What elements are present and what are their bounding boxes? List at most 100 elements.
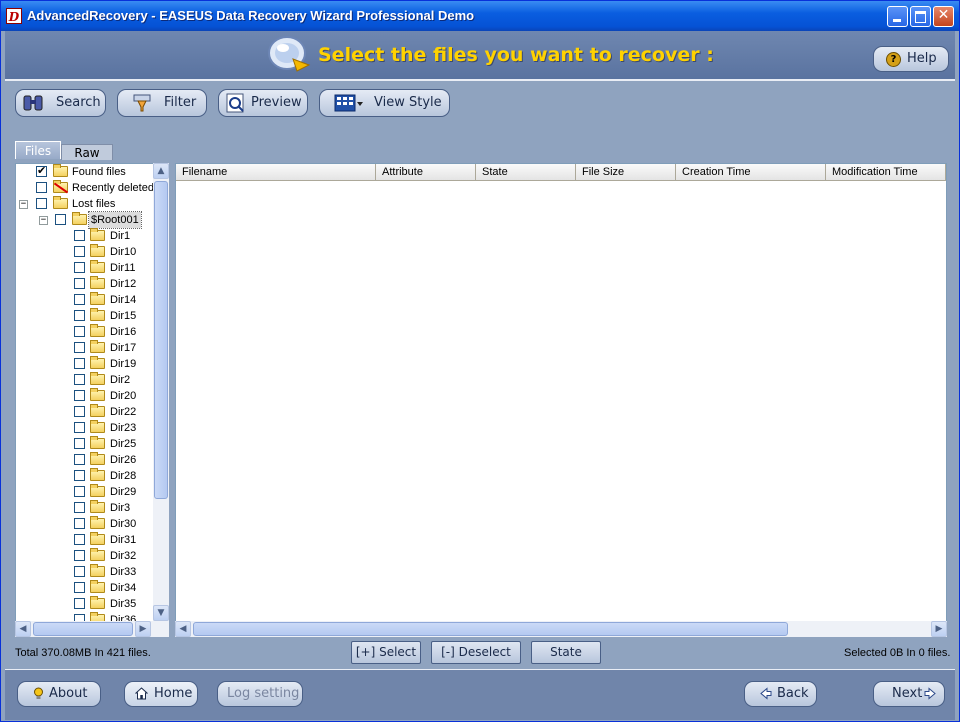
tree-checkbox[interactable] bbox=[74, 326, 85, 337]
file-list-hscroll-thumb[interactable] bbox=[193, 622, 788, 636]
about-button[interactable]: About bbox=[17, 681, 101, 707]
tree-checkbox[interactable] bbox=[74, 598, 85, 609]
tree-checkbox[interactable] bbox=[74, 294, 85, 305]
scroll-up-arrow-icon[interactable]: ▲ bbox=[153, 163, 169, 179]
app-icon[interactable]: D bbox=[6, 8, 22, 24]
tree-item[interactable]: Dir30 bbox=[16, 516, 166, 532]
select-button[interactable]: [+] Select bbox=[351, 641, 421, 664]
tree-item[interactable]: Dir29 bbox=[16, 484, 166, 500]
tree-item[interactable]: Dir35 bbox=[16, 596, 166, 612]
search-button[interactable]: Search bbox=[15, 89, 106, 117]
tree-item[interactable]: Dir16 bbox=[16, 324, 166, 340]
tree-checkbox[interactable] bbox=[74, 422, 85, 433]
column-state[interactable]: State bbox=[476, 164, 576, 181]
tree-item[interactable]: Dir11 bbox=[16, 260, 166, 276]
help-button[interactable]: ? Help bbox=[873, 46, 949, 72]
tree-checkbox[interactable] bbox=[55, 214, 66, 225]
tree-item[interactable]: Dir32 bbox=[16, 548, 166, 564]
file-list[interactable]: Filename Attribute State File Size Creat… bbox=[175, 163, 947, 637]
next-button[interactable]: Next bbox=[873, 681, 945, 707]
view-style-button[interactable]: View Style bbox=[319, 89, 450, 117]
tree-checkbox[interactable] bbox=[74, 438, 85, 449]
folder-tree[interactable]: Found files Recently deleted − Lost files − $… bbox=[15, 163, 169, 637]
collapse-toggle-icon[interactable]: − bbox=[19, 200, 28, 209]
tree-item[interactable]: Dir31 bbox=[16, 532, 166, 548]
minimize-button[interactable] bbox=[887, 6, 908, 27]
log-setting-button[interactable]: Log setting bbox=[217, 681, 303, 707]
close-button[interactable]: ✕ bbox=[933, 6, 954, 27]
tree-item[interactable]: Found files bbox=[16, 164, 166, 180]
tree-checkbox[interactable] bbox=[74, 358, 85, 369]
tree-checkbox[interactable] bbox=[74, 566, 85, 577]
back-button[interactable]: Back bbox=[744, 681, 817, 707]
scroll-left-arrow-icon[interactable]: ◀ bbox=[15, 621, 31, 637]
tree-item[interactable]: Dir34 bbox=[16, 580, 166, 596]
tree-item[interactable]: Dir2 bbox=[16, 372, 166, 388]
tree-horizontal-scrollbar[interactable]: ◀ ▶ bbox=[15, 621, 169, 637]
tree-checkbox[interactable] bbox=[36, 164, 47, 177]
tree-item[interactable]: Dir10 bbox=[16, 244, 166, 260]
scroll-right-arrow-icon[interactable]: ▶ bbox=[135, 621, 151, 637]
column-modification-time[interactable]: Modification Time bbox=[826, 164, 946, 181]
column-attribute[interactable]: Attribute bbox=[376, 164, 476, 181]
tree-item[interactable]: Dir12 bbox=[16, 276, 166, 292]
tree-checkbox[interactable] bbox=[74, 486, 85, 497]
tree-item[interactable]: Dir17 bbox=[16, 340, 166, 356]
tree-item[interactable]: Dir3 bbox=[16, 500, 166, 516]
title-bar[interactable]: D AdvancedRecovery - EASEUS Data Recover… bbox=[1, 1, 959, 31]
tree-checkbox[interactable] bbox=[74, 230, 85, 241]
tree-item[interactable]: Dir15 bbox=[16, 308, 166, 324]
tab-files[interactable]: Files bbox=[15, 141, 61, 159]
tree-item[interactable]: Recently deleted bbox=[16, 180, 166, 196]
tree-item[interactable]: Dir25 bbox=[16, 436, 166, 452]
tree-checkbox[interactable] bbox=[74, 454, 85, 465]
tab-raw[interactable]: Raw bbox=[61, 144, 113, 160]
tree-checkbox[interactable] bbox=[36, 198, 47, 209]
scroll-right-arrow-icon[interactable]: ▶ bbox=[931, 621, 947, 637]
tree-item-root[interactable]: − $Root001 bbox=[16, 211, 166, 229]
tree-checkbox[interactable] bbox=[74, 582, 85, 593]
tree-checkbox[interactable] bbox=[74, 390, 85, 401]
tree-checkbox[interactable] bbox=[74, 342, 85, 353]
tree-item[interactable]: Dir14 bbox=[16, 292, 166, 308]
column-file-size[interactable]: File Size bbox=[576, 164, 676, 181]
tree-checkbox[interactable] bbox=[74, 534, 85, 545]
tree-vertical-scrollbar[interactable]: ▲ ▼ bbox=[153, 163, 169, 621]
tree-item[interactable]: Dir20 bbox=[16, 388, 166, 404]
column-filename[interactable]: Filename bbox=[176, 164, 376, 181]
tree-item[interactable]: Dir26 bbox=[16, 452, 166, 468]
tree-item[interactable]: − Lost files bbox=[16, 196, 166, 212]
tree-item[interactable]: Dir23 bbox=[16, 420, 166, 436]
tree-hscroll-thumb[interactable] bbox=[33, 622, 133, 636]
tree-checkbox[interactable] bbox=[74, 374, 85, 385]
tree-checkbox[interactable] bbox=[74, 518, 85, 529]
tree-scroll-thumb[interactable] bbox=[154, 181, 168, 499]
maximize-button[interactable] bbox=[910, 6, 931, 27]
scroll-down-arrow-icon[interactable]: ▼ bbox=[153, 605, 169, 621]
tree-checkbox[interactable] bbox=[74, 550, 85, 561]
tree-checkbox[interactable] bbox=[74, 278, 85, 289]
tree-checkbox[interactable] bbox=[74, 470, 85, 481]
preview-button[interactable]: Preview bbox=[218, 89, 308, 117]
deselect-button[interactable]: [-] Deselect bbox=[431, 641, 521, 664]
tree-checkbox[interactable] bbox=[74, 262, 85, 273]
state-button[interactable]: State bbox=[531, 641, 601, 664]
tree-item[interactable]: Dir1 bbox=[16, 228, 166, 244]
column-creation-time[interactable]: Creation Time bbox=[676, 164, 826, 181]
filter-button[interactable]: Filter bbox=[117, 89, 207, 117]
tree-checkbox[interactable] bbox=[36, 182, 47, 193]
tree-checkbox[interactable] bbox=[74, 406, 85, 417]
tree-item[interactable]: Dir22 bbox=[16, 404, 166, 420]
home-button[interactable]: Home bbox=[124, 681, 198, 707]
tree-item[interactable]: Dir33 bbox=[16, 564, 166, 580]
tree-item[interactable]: Dir19 bbox=[16, 356, 166, 372]
tree-item[interactable]: Dir28 bbox=[16, 468, 166, 484]
file-list-horizontal-scrollbar[interactable]: ◀ ▶ bbox=[175, 621, 947, 637]
tree-checkbox[interactable] bbox=[74, 310, 85, 321]
tree-item-label: Dir11 bbox=[110, 262, 136, 274]
tree-checkbox[interactable] bbox=[74, 502, 85, 513]
tree-checkbox[interactable] bbox=[74, 246, 85, 257]
scroll-left-arrow-icon[interactable]: ◀ bbox=[175, 621, 191, 637]
folder-icon bbox=[90, 420, 105, 433]
collapse-toggle-icon[interactable]: − bbox=[39, 216, 48, 225]
